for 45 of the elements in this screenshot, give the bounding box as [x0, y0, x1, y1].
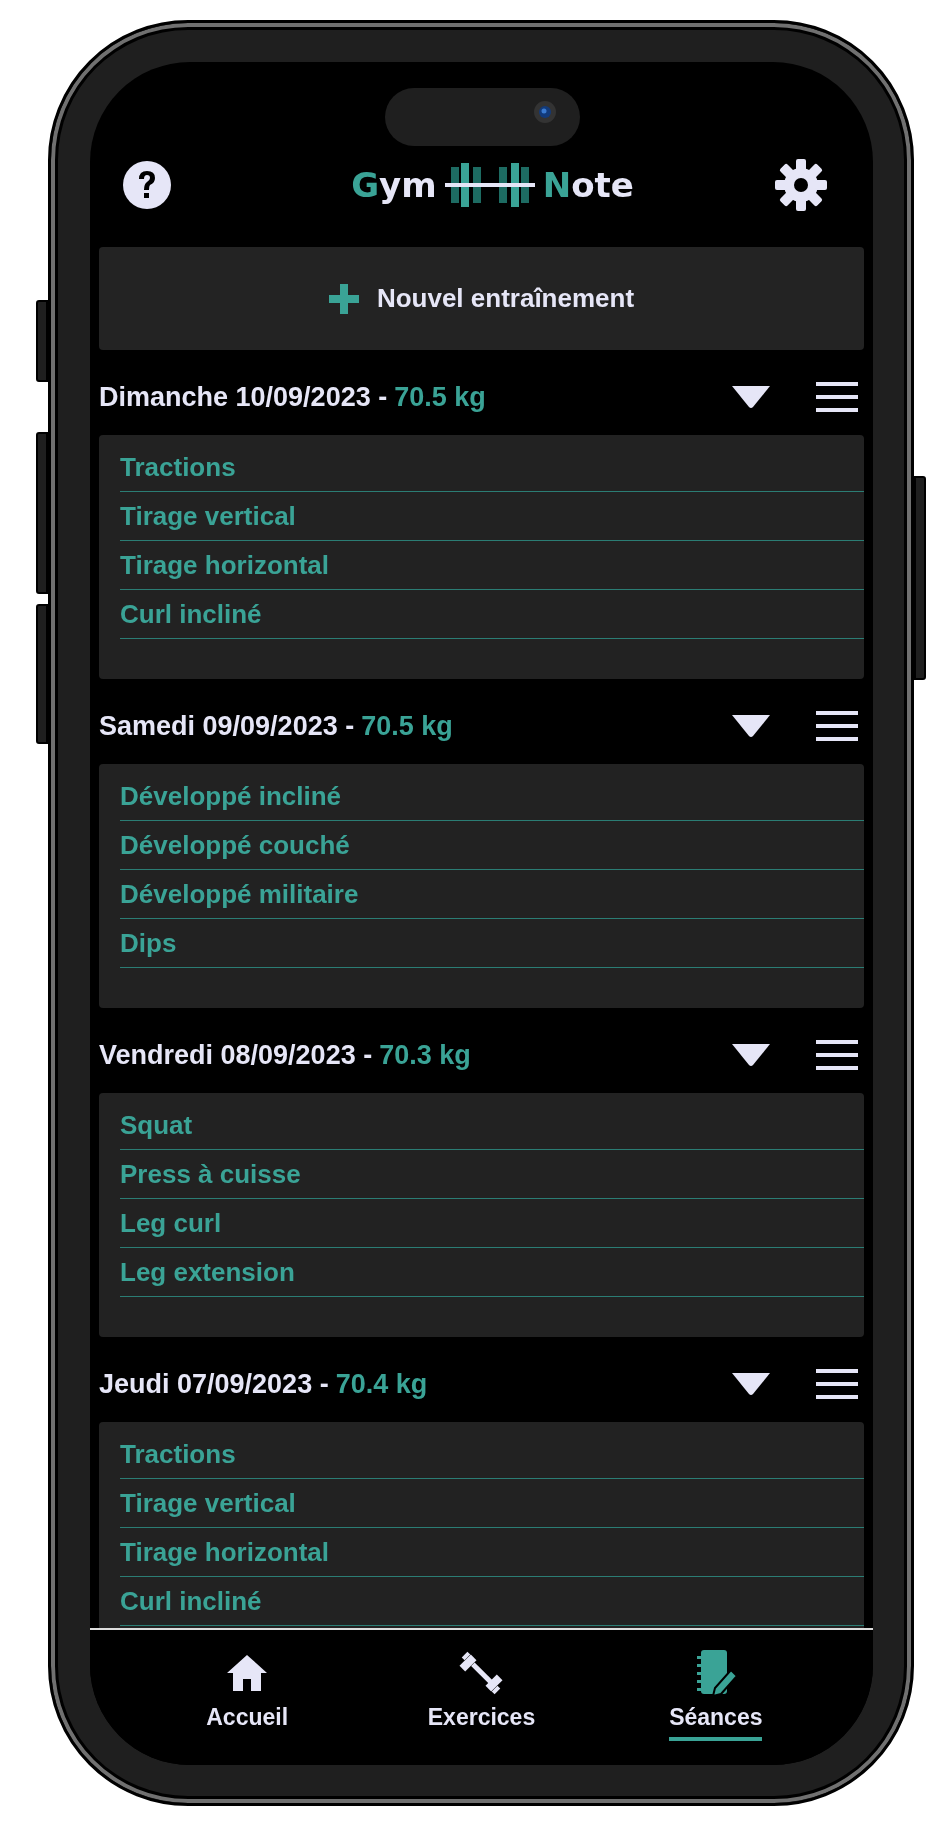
exercise-item[interactable]: Tractions [120, 1430, 864, 1479]
menu-icon[interactable] [816, 1040, 858, 1070]
session-date: Vendredi 08/09/2023 - [99, 1039, 373, 1071]
session-date: Samedi 09/09/2023 - [99, 710, 355, 742]
dropdown-triangle-icon[interactable] [732, 1044, 770, 1066]
session-weight: 70.4 kg [335, 1368, 428, 1400]
exercise-item[interactable]: Dips [120, 919, 864, 968]
exercise-item[interactable]: Press à cuisse [120, 1150, 864, 1199]
dropdown-triangle-icon[interactable] [732, 386, 770, 408]
logo-text: Gym [351, 165, 437, 205]
session-date: Jeudi 07/09/2023 - [99, 1368, 329, 1400]
session-date: Dimanche 10/09/2023 - [99, 381, 388, 413]
nav-tab[interactable]: Accueil [147, 1630, 348, 1765]
nav-tab[interactable]: Exercices [381, 1630, 582, 1765]
exercise-item[interactable]: Tirage vertical [120, 492, 864, 541]
session-weight: 70.5 kg [394, 381, 486, 413]
notebook-pen-icon [694, 1650, 737, 1696]
exercise-item[interactable]: Tractions [120, 443, 864, 492]
exercise-item[interactable]: Leg curl [120, 1199, 864, 1248]
exercise-item[interactable]: Développé militaire [120, 870, 864, 919]
exercise-item[interactable]: Tirage horizontal [120, 1528, 864, 1577]
settings-icon[interactable] [775, 159, 827, 211]
menu-icon[interactable] [816, 711, 858, 741]
plus-icon [328, 283, 359, 314]
camera-lens-icon [534, 101, 556, 123]
help-icon[interactable] [122, 160, 172, 210]
dropdown-triangle-icon[interactable] [732, 1373, 770, 1395]
exercise-item[interactable]: Tirage horizontal [120, 541, 864, 590]
session-weight: 70.5 kg [361, 710, 453, 742]
session-weight: 70.3 kg [379, 1039, 471, 1071]
exercise-item[interactable]: Développé couché [120, 821, 864, 870]
menu-icon[interactable] [816, 382, 858, 412]
logo-text: Note [542, 165, 634, 205]
exercise-item[interactable]: Tirage vertical [120, 1479, 864, 1528]
nav-tab[interactable]: Séances [615, 1630, 816, 1765]
menu-icon[interactable] [816, 1369, 858, 1399]
dumbbell-icon [459, 1650, 504, 1696]
dropdown-triangle-icon[interactable] [732, 715, 770, 737]
exercise-item[interactable]: Leg extension [120, 1248, 864, 1297]
exercise-item[interactable]: Curl incliné [120, 590, 864, 639]
exercise-item[interactable]: Curl incliné [120, 1577, 864, 1626]
new-workout-button[interactable]: Nouvel entraînement [99, 247, 864, 350]
barbell-icon [444, 163, 535, 207]
exercise-item[interactable]: Développé incliné [120, 772, 864, 821]
exercise-item[interactable]: Squat [120, 1101, 864, 1150]
